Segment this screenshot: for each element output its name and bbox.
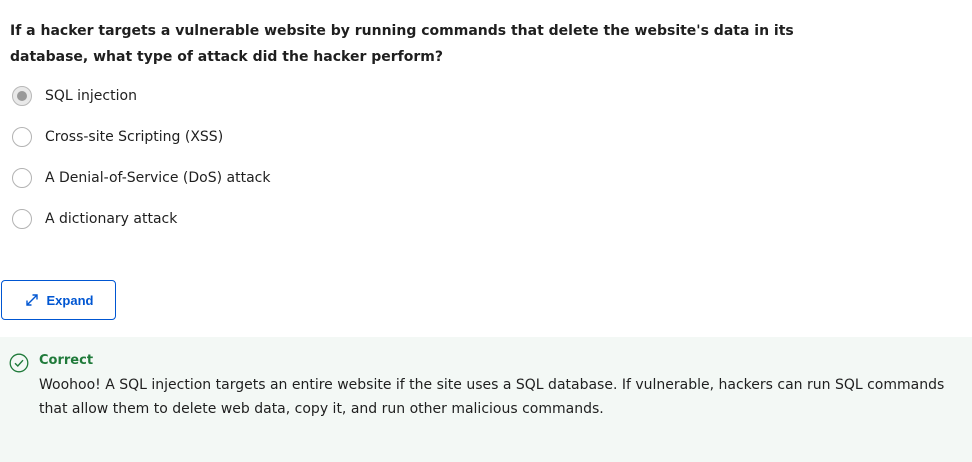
- option-label: Cross-site Scripting (XSS): [45, 129, 224, 145]
- feedback-panel: Correct Woohoo! A SQL injection targets …: [0, 337, 972, 462]
- expand-arrows-icon: [24, 292, 40, 308]
- option-label: A dictionary attack: [45, 211, 178, 227]
- check-circle-icon: [9, 353, 29, 373]
- option-dos-attack[interactable]: A Denial-of-Service (DoS) attack: [12, 167, 270, 189]
- expand-button[interactable]: Expand: [1, 280, 116, 320]
- feedback-status: Correct: [39, 353, 94, 368]
- option-label: A Denial-of-Service (DoS) attack: [45, 170, 271, 186]
- expand-label: Expand: [46, 292, 94, 308]
- radio-button-selected[interactable]: [12, 86, 32, 106]
- radio-button[interactable]: [12, 209, 32, 229]
- radio-dot: [17, 91, 27, 101]
- option-dictionary-attack[interactable]: A dictionary attack: [12, 208, 177, 230]
- feedback-message: Woohoo! A SQL injection targets an entir…: [39, 377, 945, 417]
- radio-button[interactable]: [12, 168, 32, 188]
- option-sql-injection[interactable]: SQL injection: [12, 85, 137, 107]
- radio-button[interactable]: [12, 127, 32, 147]
- option-label: SQL injection: [45, 88, 137, 104]
- option-xss[interactable]: Cross-site Scripting (XSS): [12, 126, 223, 148]
- question-text: If a hacker targets a vulnerable website…: [10, 23, 794, 65]
